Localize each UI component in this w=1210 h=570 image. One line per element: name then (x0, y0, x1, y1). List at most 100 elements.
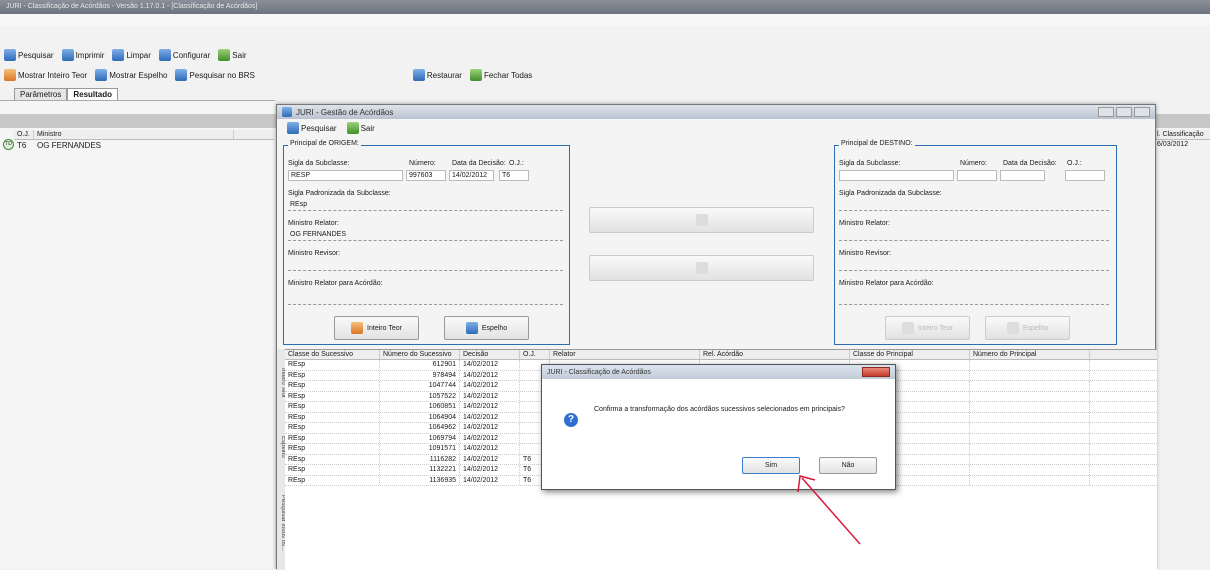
table-cell: REsp (285, 391, 380, 401)
col-numero-sucessivo[interactable]: Número do Sucessivo (380, 350, 460, 359)
transform-button[interactable] (589, 207, 814, 233)
table-cell: 14/02/2012 (460, 475, 520, 485)
table-cell: 14/02/2012 (460, 444, 520, 454)
left-grid-col-ministro[interactable]: Ministro (34, 130, 234, 139)
window-app-icon (282, 107, 292, 117)
destino-relator-select[interactable] (839, 230, 1109, 241)
col-relator[interactable]: Relator (550, 350, 700, 359)
origem-revisor-select[interactable] (288, 260, 563, 271)
table-cell: REsp (285, 370, 380, 380)
pesquisar-button[interactable]: Pesquisar (4, 49, 54, 61)
imprimir-label: Imprimir (75, 50, 105, 60)
destino-padronizada-select[interactable] (839, 200, 1109, 211)
mirror-icon (95, 69, 108, 81)
origem-title: Principal de ORIGEM: (288, 140, 361, 147)
close-window-button[interactable] (1134, 107, 1150, 117)
table-cell: 14/02/2012 (460, 412, 520, 422)
table-row[interactable]: T6 OG FERNANDES (14, 140, 274, 151)
col-classe-sucessivo[interactable]: Classe do Sucessivo (285, 350, 380, 359)
document-icon (4, 69, 16, 81)
origem-numero-input[interactable]: 997603 (406, 170, 446, 181)
gestao-acordaos-window: JURI - Gestão de Acórdãos Pesquisar Sair… (276, 104, 1157, 570)
table-cell (970, 412, 1090, 422)
window-sair-button[interactable]: Sair (346, 122, 375, 134)
main-tabs: Parâmetros Resultado (14, 88, 119, 100)
col-numero-principal[interactable]: Número do Principal (970, 350, 1090, 359)
window-titlebar: JURI - Gestão de Acórdãos (277, 105, 1155, 119)
destino-inteiro-teor-button[interactable]: Inteiro Teor (885, 316, 970, 340)
destino-numero-label: Número: (960, 160, 987, 167)
left-grid-col-oj[interactable]: O.J. (14, 130, 34, 139)
tab-parametros[interactable]: Parâmetros (14, 88, 68, 100)
dialog-close-button[interactable] (862, 367, 890, 377)
destino-relator-acordao-label: Ministro Relator para Acórdão: (839, 280, 934, 287)
table-cell (970, 444, 1090, 454)
table-cell: REsp (285, 423, 380, 433)
table-cell (970, 381, 1090, 391)
mirror-icon (465, 322, 478, 334)
col-rel-acordao[interactable]: Rel. Acórdão (700, 350, 850, 359)
search-icon (287, 122, 299, 134)
col-oj[interactable]: O.J. (520, 350, 550, 359)
limpar-button[interactable]: Limpar (112, 49, 151, 61)
close-all-icon (469, 69, 482, 81)
destino-sigla-input[interactable] (839, 170, 954, 181)
destino-revisor-select[interactable] (839, 260, 1109, 271)
window-pesquisar-button[interactable]: Pesquisar (287, 122, 337, 134)
origem-inteiro-teor-label: Inteiro Teor (367, 324, 402, 332)
table-cell: REsp (285, 444, 380, 454)
origem-data-input[interactable]: 14/02/2012 (449, 170, 494, 181)
table-cell: 14/02/2012 (460, 391, 520, 401)
left-grid-header: O.J. Ministro (14, 130, 274, 140)
origem-oj-input[interactable]: T6 (499, 170, 529, 181)
origem-revisor-label: Ministro Revisor: (288, 250, 341, 257)
destino-data-input[interactable] (1000, 170, 1045, 181)
origem-relator-select[interactable]: OG FERNANDES (288, 230, 563, 241)
restaurar-button[interactable]: Restaurar (412, 69, 462, 81)
mostrar-inteiro-teor-button[interactable]: Mostrar Inteiro Teor (4, 69, 87, 81)
undo-transform-button[interactable] (589, 255, 814, 281)
window-sair-label: Sair (360, 123, 375, 133)
result-panel (0, 100, 275, 569)
restore-icon (412, 69, 425, 81)
fechar-todas-button[interactable]: Fechar Todas (469, 69, 532, 81)
origem-sigla-input[interactable]: RESP (288, 170, 403, 181)
destino-relator-acordao-select[interactable] (839, 294, 1109, 305)
table-cell: 14/02/2012 (460, 370, 520, 380)
main-toolbar: Pesquisar Imprimir Limpar Configurar Sai… (0, 46, 1210, 64)
document-icon (351, 322, 364, 334)
imprimir-button[interactable]: Imprimir (61, 49, 105, 61)
origem-relator-acordao-select[interactable] (288, 294, 563, 305)
table-cell: REsp (285, 381, 380, 391)
origem-padronizada-select[interactable]: REsp (288, 200, 563, 211)
maximize-button[interactable] (1116, 107, 1132, 117)
exit-icon (346, 122, 359, 134)
mostrar-espelho-button[interactable]: Mostrar Espelho (95, 69, 167, 81)
menu-bar (0, 14, 1210, 26)
table-cell: 978494 (380, 370, 460, 380)
sucessivos-grid-header: Classe do Sucessivo Número do Sucessivo … (285, 350, 1157, 360)
origem-inteiro-teor-button[interactable]: Inteiro Teor (334, 316, 419, 340)
origem-espelho-button[interactable]: Espelho (444, 316, 529, 340)
undo-icon (695, 262, 708, 274)
col-classe-principal[interactable]: Classe do Principal (850, 350, 970, 359)
right-grid-header[interactable]: l. Classificação (1156, 130, 1210, 140)
col-decisao[interactable]: Decisão (460, 350, 520, 359)
limpar-label: Limpar (126, 50, 151, 60)
tab-resultado[interactable]: Resultado (67, 88, 119, 100)
window-toolbar: Pesquisar Sair (277, 119, 1155, 137)
window-title: JURI - Gestão de Acórdãos (296, 107, 394, 117)
pesquisar-brs-button[interactable]: Pesquisar no BRS (175, 69, 255, 81)
left-grid: O.J. Ministro T6 OG FERNANDES (14, 130, 274, 151)
destino-espelho-button[interactable]: Espelho (985, 316, 1070, 340)
sair-button[interactable]: Sair (218, 49, 247, 61)
right-grid-cell: 6/03/2012 (1157, 141, 1189, 148)
destino-oj-input[interactable] (1065, 170, 1105, 181)
minimize-button[interactable] (1098, 107, 1114, 117)
destino-espelho-label: Espelho (1022, 324, 1049, 332)
table-cell: 14/02/2012 (460, 433, 520, 443)
origem-numero-label: Número: (409, 160, 436, 167)
table-cell (970, 475, 1090, 485)
configurar-button[interactable]: Configurar (158, 49, 210, 61)
destino-numero-input[interactable] (957, 170, 997, 181)
